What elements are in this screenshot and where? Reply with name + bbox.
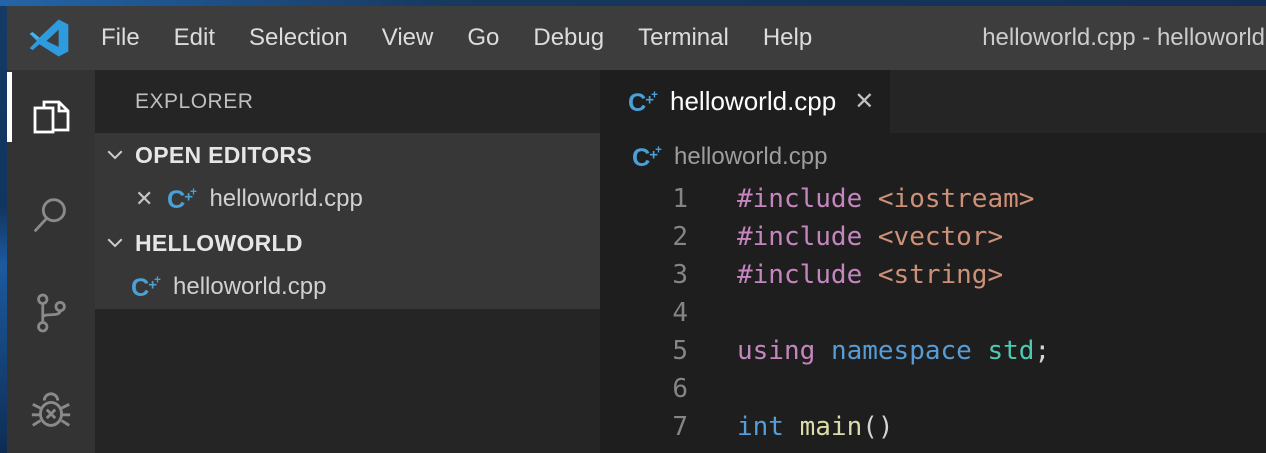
open-editor-item-helloworld-cpp[interactable]: ✕ C + + helloworld.cpp [95, 177, 600, 221]
activity-item-debug[interactable] [7, 364, 95, 453]
vscode-logo-icon [28, 17, 70, 59]
menu-help[interactable]: Help [746, 6, 829, 70]
code-line[interactable]: 1 #include <iostream> [600, 180, 1266, 218]
code-line[interactable]: 8{ [600, 446, 1266, 453]
menu-terminal[interactable]: Terminal [621, 6, 746, 70]
close-icon[interactable]: ✕ [135, 188, 153, 210]
menu-go[interactable]: Go [450, 6, 516, 70]
section-label: OPEN EDITORS [135, 142, 312, 169]
vscode-window: File Edit Selection View Go Debug Termin… [0, 0, 1266, 453]
files-icon [27, 93, 75, 146]
section-header-helloworld-folder[interactable]: HELLOWORLD [95, 221, 600, 265]
menu-bar: File Edit Selection View Go Debug Termin… [84, 6, 829, 70]
tab-bar: C + + helloworld.cpp ✕ [600, 70, 1266, 133]
svg-text:C: C [131, 274, 149, 300]
cpp-file-icon: C + + [131, 274, 161, 300]
tab-label: helloworld.cpp [670, 86, 836, 117]
workbench: EXPLORER OPEN EDITORS ✕ C + + helloworld… [7, 70, 1266, 453]
line-content: #include <vector> [737, 222, 1003, 252]
activity-item-explorer[interactable] [7, 70, 95, 168]
sidebar-title: EXPLORER [95, 70, 600, 133]
cpp-file-icon: C + + [167, 186, 197, 212]
line-number[interactable]: 7 [600, 408, 688, 446]
line-number[interactable]: 1 [600, 180, 688, 218]
breadcrumb-file: helloworld.cpp [674, 143, 827, 171]
search-icon [28, 192, 74, 243]
code-line[interactable]: 5 using namespace std; [600, 332, 1266, 370]
title-bar: File Edit Selection View Go Debug Termin… [7, 6, 1266, 70]
line-number[interactable]: 8 [600, 446, 688, 453]
source-control-icon [29, 291, 73, 340]
close-icon[interactable]: ✕ [854, 90, 874, 114]
line-content: #include <string> [737, 260, 1003, 290]
file-label: helloworld.cpp [173, 273, 326, 301]
activity-bar [7, 70, 95, 453]
chevron-down-icon [103, 231, 127, 255]
menu-file[interactable]: File [84, 6, 157, 70]
editor-group: C + + helloworld.cpp ✕ C + + helloworld.… [600, 70, 1266, 453]
sidebar-explorer: EXPLORER OPEN EDITORS ✕ C + + helloworld… [95, 70, 600, 453]
breadcrumb[interactable]: C + + helloworld.cpp [600, 133, 1266, 180]
cpp-file-icon: C + + [628, 89, 658, 115]
chevron-down-icon [103, 143, 127, 167]
menu-view[interactable]: View [365, 6, 451, 70]
file-label: helloworld.cpp [209, 185, 362, 213]
svg-text:+: + [651, 89, 658, 101]
line-number[interactable]: 4 [600, 294, 688, 332]
menu-debug[interactable]: Debug [516, 6, 621, 70]
active-indicator [7, 72, 12, 142]
svg-text:+: + [154, 275, 161, 287]
svg-text:C: C [167, 186, 185, 212]
code-line[interactable]: 3 #include <string> [600, 256, 1266, 294]
code-lines: 1 #include <iostream> 2 #include <vector> 3 #… [600, 180, 1266, 453]
debug-icon [28, 388, 74, 439]
line-content: using namespace std; [737, 336, 1050, 366]
code-line[interactable]: 6 [600, 370, 1266, 408]
activity-item-search[interactable] [7, 168, 95, 266]
code-line[interactable]: 4 [600, 294, 1266, 332]
cpp-file-icon: C + + [632, 144, 662, 170]
line-number[interactable]: 6 [600, 370, 688, 408]
section-header-open-editors[interactable]: OPEN EDITORS [95, 133, 600, 177]
svg-text:C: C [628, 89, 646, 115]
code-line[interactable]: 7 int main() [600, 408, 1266, 446]
sidebar-sections: OPEN EDITORS ✕ C + + helloworld.cpp HELL… [95, 133, 600, 309]
svg-text:+: + [191, 187, 198, 199]
line-number[interactable]: 2 [600, 218, 688, 256]
section-label: HELLOWORLD [135, 230, 303, 257]
line-content: int main() [737, 412, 894, 442]
window-title: helloworld.cpp - helloworld [982, 6, 1266, 70]
line-content: #include <iostream> [737, 184, 1034, 214]
file-item-helloworld-cpp[interactable]: C + + helloworld.cpp [95, 265, 600, 309]
svg-text:+: + [655, 144, 662, 156]
window-left-border [0, 6, 7, 453]
activity-item-source-control[interactable] [7, 266, 95, 364]
code-line[interactable]: 2 #include <vector> [600, 218, 1266, 256]
line-number[interactable]: 5 [600, 332, 688, 370]
tab-helloworld-cpp[interactable]: C + + helloworld.cpp ✕ [600, 70, 890, 133]
menu-selection[interactable]: Selection [232, 6, 365, 70]
svg-text:C: C [632, 144, 650, 170]
menu-edit[interactable]: Edit [157, 6, 232, 70]
code-area[interactable]: 1 #include <iostream> 2 #include <vector> 3 #… [600, 180, 1266, 453]
line-number[interactable]: 3 [600, 256, 688, 294]
